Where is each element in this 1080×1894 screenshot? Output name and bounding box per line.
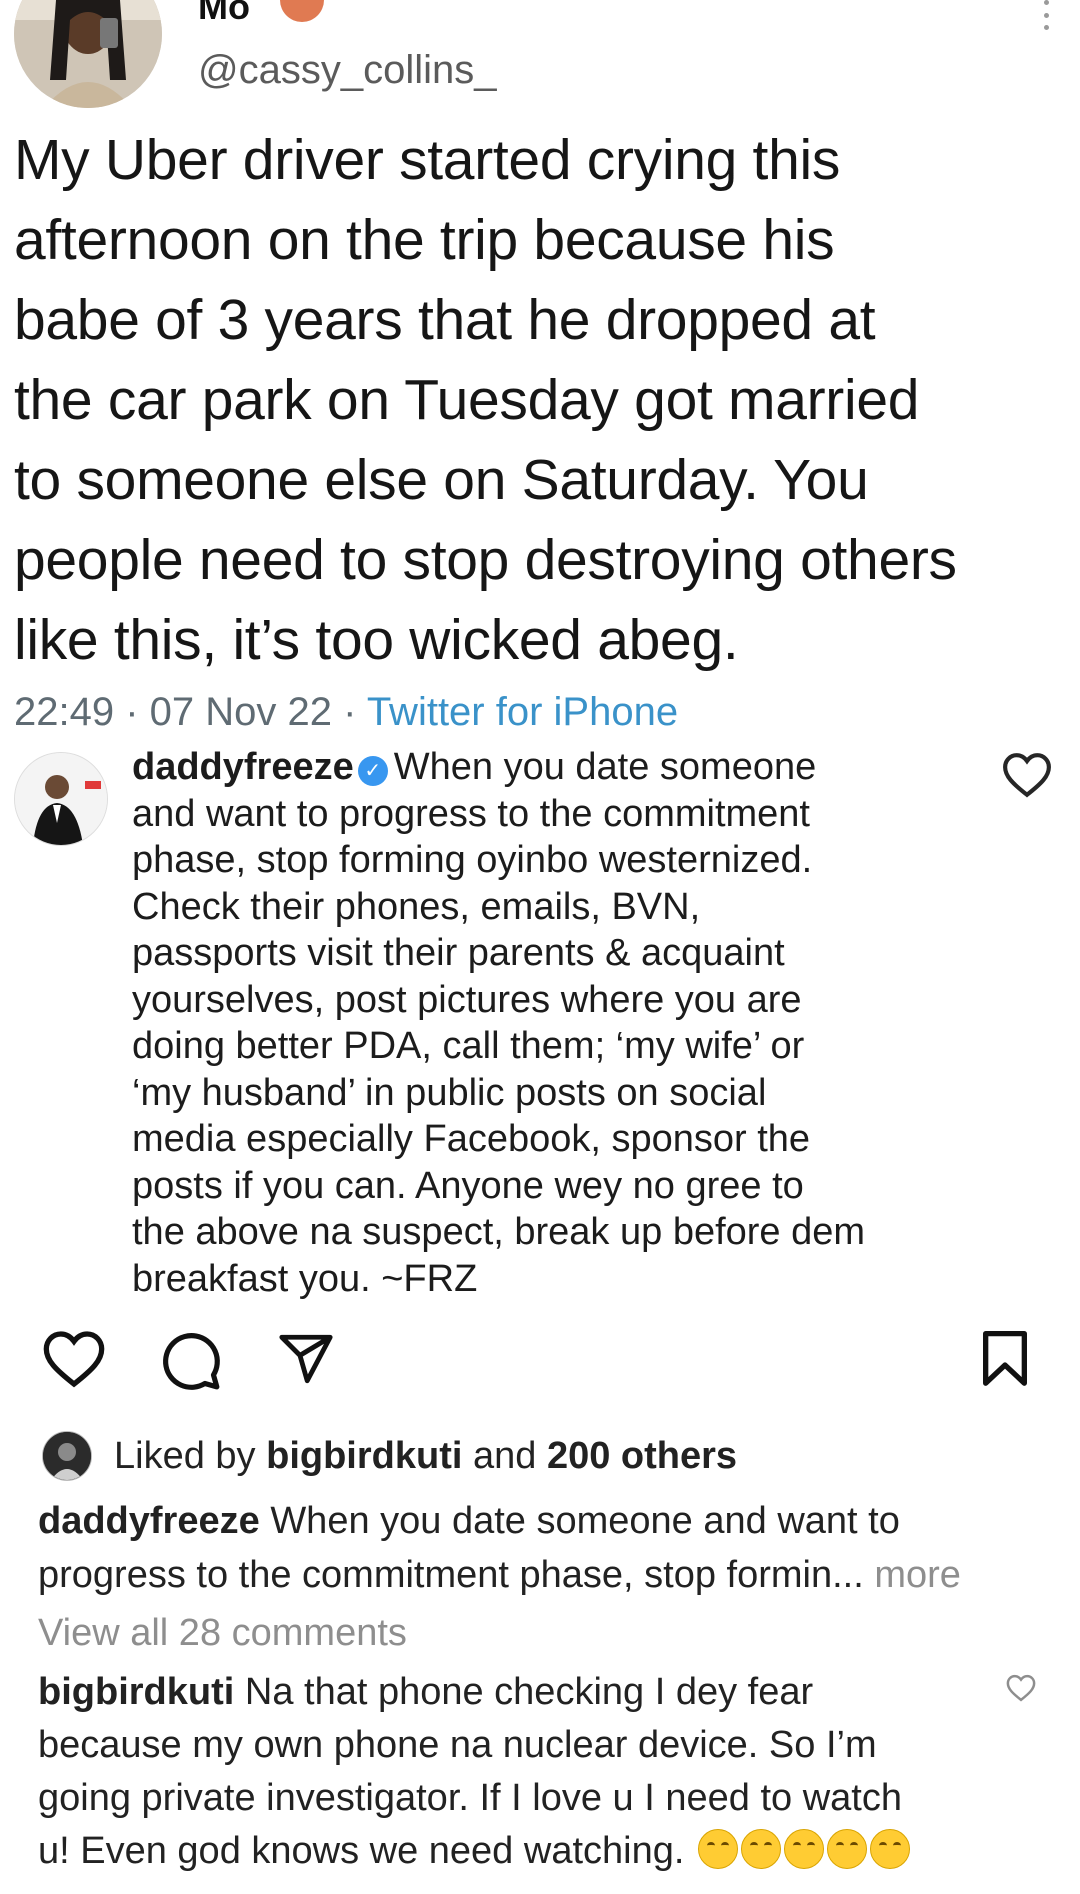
tweet-meta: 22:49 · 07 Nov 22 · Twitter for iPhone <box>14 690 678 735</box>
comment-text-line: because my own phone na nuclear device. … <box>38 1724 877 1766</box>
tweet-text-line: afternoon on the trip because his <box>14 208 835 272</box>
caption-line: passports visit their parents & acquaint <box>132 932 785 974</box>
likes-count[interactable]: 200 others <box>547 1435 737 1477</box>
tweet-source-link[interactable]: Twitter for iPhone <box>367 690 678 734</box>
caption-line: doing better PDA, call them; ‘my wife’ o… <box>132 1025 805 1067</box>
tweet-text-line: My Uber driver started crying this <box>14 128 841 192</box>
verified-badge-icon: ✓ <box>357 756 388 786</box>
caption-preview-text: When you date someone and want to <box>270 1500 900 1542</box>
post-author-username[interactable]: daddyfreeze <box>132 746 354 788</box>
tweet-handle[interactable]: @cassy_collins_ <box>198 48 497 93</box>
tweet-date: 07 Nov 22 <box>149 690 332 734</box>
caption-line: When you date someone <box>393 746 817 788</box>
liked-by-and: and <box>472 1434 537 1477</box>
liked-by-prefix: Liked by <box>114 1434 256 1477</box>
laughing-tears-emoji-icon <box>826 1829 867 1869</box>
comment-text-line: going private investigator. If I love u … <box>38 1777 902 1819</box>
comment: bigbirdkuti Na that phone checking I dey… <box>38 1666 978 1878</box>
laughing-tears-emoji-icon <box>697 1829 738 1869</box>
comment-bubble-icon[interactable] <box>160 1330 222 1392</box>
tweet-text-line: people need to stop destroying others <box>14 528 957 592</box>
comment-text-line: Na that phone checking I dey fear <box>244 1671 814 1713</box>
caption-preview-text: progress to the commitment phase, stop f… <box>38 1554 864 1596</box>
heart-icon[interactable] <box>42 1330 106 1388</box>
caption-line: yourselves, post pictures where you are <box>132 978 802 1021</box>
comment-text-line: u! Even god knows we need watching. <box>38 1830 685 1872</box>
caption-line: ‘my husband’ in public posts on social <box>132 1071 767 1114</box>
caption-preview: daddyfreeze When you date someone and wa… <box>38 1494 1058 1602</box>
more-options-icon[interactable] <box>1042 0 1050 30</box>
heart-icon[interactable] <box>1002 752 1052 798</box>
liker-username[interactable]: bigbirdkuti <box>266 1435 462 1477</box>
post-caption: daddyfreeze ✓ When you date someone and wa… <box>132 744 972 1302</box>
tweet-text-line: the car park on Tuesday got married <box>14 368 920 432</box>
bookmark-icon[interactable] <box>980 1330 1030 1388</box>
tweet-text: My Uber driver started crying this after… <box>14 120 1080 680</box>
likes-summary[interactable]: Liked by bigbirdkuti and 200 others <box>42 1430 737 1482</box>
comment-like-heart-icon[interactable] <box>1006 1674 1036 1702</box>
caption-line: and want to progress to the commitment <box>132 792 810 835</box>
likes-text: Liked by bigbirdkuti and 200 others <box>114 1435 737 1478</box>
post-action-bar <box>0 1330 1080 1410</box>
paper-plane-icon[interactable] <box>276 1330 336 1388</box>
post-author-avatar[interactable] <box>14 752 108 846</box>
caption-line: the above na suspect, break up before de… <box>132 1211 866 1253</box>
comment-username[interactable]: bigbirdkuti <box>38 1671 234 1713</box>
caption-line: media especially Facebook, sponsor the <box>132 1118 811 1160</box>
tweet-text-line: like this, it’s too wicked abeg. <box>14 608 739 672</box>
view-all-comments-link[interactable]: View all 28 comments <box>38 1612 407 1655</box>
caption-line: posts if you can. Anyone wey no gree to <box>132 1164 804 1207</box>
laughing-tears-emoji-icon <box>740 1829 781 1869</box>
caption-line: phase, stop forming oyinbo westernized. <box>132 839 813 881</box>
tweet-text-line: to someone else on Saturday. You <box>14 448 869 512</box>
tweet-text-line: babe of 3 years that he dropped at <box>14 288 876 352</box>
liker-avatar[interactable] <box>42 1431 92 1481</box>
tweet-avatar[interactable] <box>14 0 162 108</box>
caption-line: Check their phones, emails, BVN, <box>132 885 701 928</box>
tweet-time: 22:49 <box>14 690 115 734</box>
heart-emoji-icon <box>280 0 324 22</box>
meta-separator: · <box>332 690 367 734</box>
more-link[interactable]: more <box>874 1554 961 1596</box>
meta-separator: · <box>114 690 150 734</box>
tweet-display-name[interactable]: Mo <box>198 0 250 28</box>
laughing-tears-emoji-icon <box>783 1829 824 1869</box>
laughing-tears-emoji-icon <box>869 1829 910 1869</box>
caption-line: breakfast you. ~FRZ <box>132 1257 478 1300</box>
caption-username[interactable]: daddyfreeze <box>38 1500 260 1542</box>
